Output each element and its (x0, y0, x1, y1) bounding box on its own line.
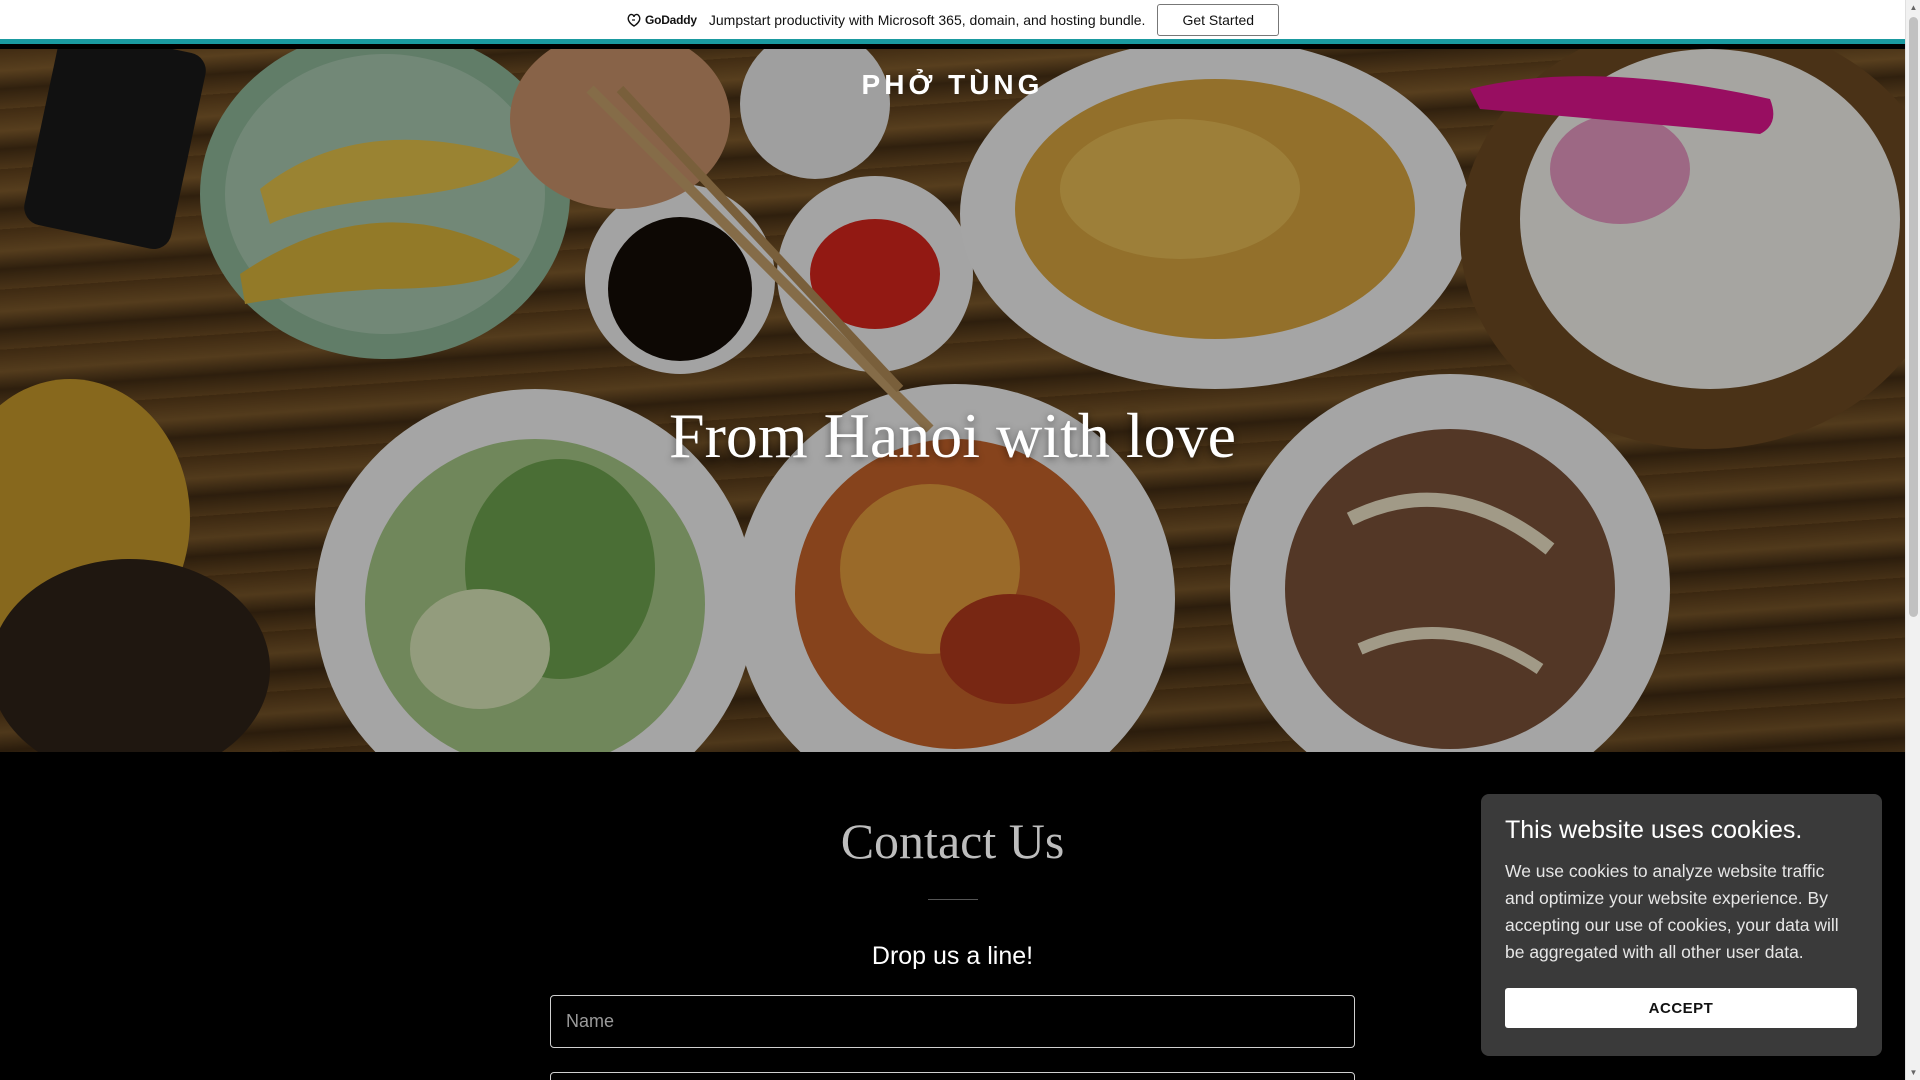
name-input[interactable] (550, 995, 1355, 1048)
promo-message: Jumpstart productivity with Microsoft 36… (708, 11, 1146, 28)
accept-cookies-button[interactable]: ACCEPT (1505, 988, 1857, 1028)
hero-section: PHỞ TÙNG From Hanoi with love (0, 49, 1905, 752)
promo-banner: GoDaddy Jumpstart productivity with Micr… (0, 0, 1905, 44)
scroll-down-arrow-icon[interactable]: ▼ (1906, 1065, 1920, 1080)
email-input[interactable] (550, 1072, 1355, 1080)
scroll-up-arrow-icon[interactable]: ▲ (1906, 0, 1920, 15)
godaddy-logo-icon (627, 13, 641, 27)
page: GoDaddy Jumpstart productivity with Micr… (0, 0, 1905, 1080)
get-started-button[interactable]: Get Started (1157, 3, 1280, 36)
cookie-consent-dialog: This website uses cookies. We use cookie… (1481, 794, 1882, 1056)
site-brand[interactable]: PHỞ TÙNG (0, 69, 1905, 101)
godaddy-logo: GoDaddy (626, 13, 697, 27)
scrollbar-thumb[interactable] (1909, 17, 1918, 617)
section-divider (928, 899, 978, 900)
godaddy-logo-text: GoDaddy (644, 12, 697, 27)
page-scrollbar[interactable]: ▲ ▼ (1905, 0, 1920, 1080)
cookie-message: We use cookies to analyze website traffi… (1505, 861, 1839, 962)
cookie-title: This website uses cookies. (1505, 816, 1803, 844)
hero-tagline: From Hanoi with love (668, 400, 1237, 471)
